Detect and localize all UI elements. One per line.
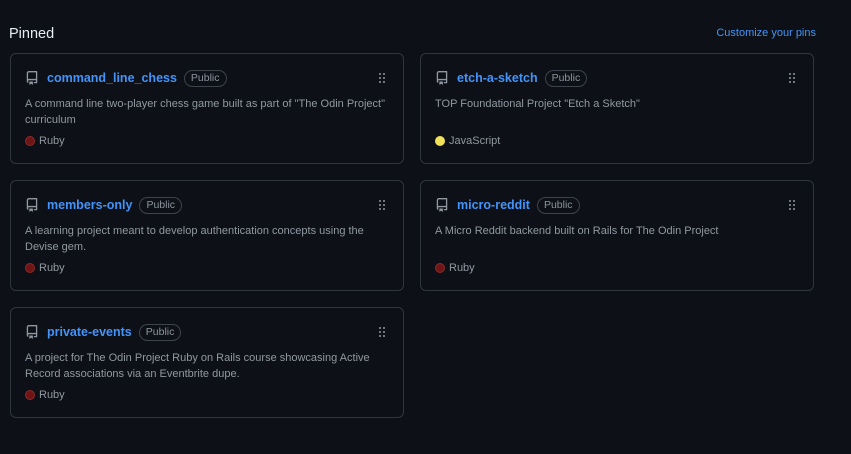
repo-name-link[interactable]: command_line_chess <box>47 71 177 85</box>
section-title: Pinned <box>9 26 55 42</box>
pinned-header: Pinned Customize your pins <box>9 24 816 46</box>
repo-language: Ruby <box>25 135 65 147</box>
repo-description: A learning project meant to develop auth… <box>25 225 364 253</box>
repo-name-link[interactable]: micro-reddit <box>457 198 530 212</box>
card-header: etch-a-sketch Public <box>435 69 588 87</box>
drag-handle-icon[interactable] <box>788 71 796 83</box>
language-label: Ruby <box>39 389 65 401</box>
visibility-badge: Public <box>139 196 183 214</box>
repo-language: JavaScript <box>435 135 500 147</box>
repo-language: Ruby <box>25 262 65 274</box>
language-color-dot <box>25 136 35 146</box>
card-header: command_line_chess Public <box>25 69 227 87</box>
language-label: Ruby <box>39 262 65 274</box>
repo-description: TOP Foundational Project "Etch a Sketch" <box>435 98 640 110</box>
visibility-badge: Public <box>183 69 227 87</box>
card-header: micro-reddit Public <box>435 196 580 214</box>
repo-name-link[interactable]: members-only <box>47 198 132 212</box>
repo-description: A project for The Odin Project Ruby on R… <box>25 352 370 380</box>
repo-icon <box>435 71 449 85</box>
repo-language: Ruby <box>25 389 65 401</box>
visibility-badge: Public <box>544 69 588 87</box>
language-label: Ruby <box>449 262 475 274</box>
repo-language: Ruby <box>435 262 475 274</box>
repo-description: A command line two-player chess game bui… <box>25 98 385 126</box>
language-color-dot <box>25 390 35 400</box>
language-color-dot <box>435 136 445 146</box>
drag-handle-icon[interactable] <box>378 198 386 210</box>
language-label: JavaScript <box>449 135 501 147</box>
pinned-repo-card: members-only Public A learning project m… <box>10 180 404 291</box>
repo-icon <box>25 325 39 339</box>
repo-icon <box>25 198 39 212</box>
visibility-badge: Public <box>138 323 182 341</box>
language-color-dot <box>25 263 35 273</box>
pinned-repo-card: etch-a-sketch Public TOP Foundational Pr… <box>420 53 814 164</box>
repo-name-link[interactable]: private-events <box>47 325 132 339</box>
pinned-repo-card: micro-reddit Public A Micro Reddit backe… <box>420 180 814 291</box>
visibility-badge: Public <box>536 196 580 214</box>
language-label: Ruby <box>39 135 65 147</box>
card-header: private-events Public <box>25 323 182 341</box>
pinned-section: Pinned Customize your pins command_line_… <box>0 0 851 454</box>
repo-name-link[interactable]: etch-a-sketch <box>457 71 538 85</box>
repo-icon <box>25 71 39 85</box>
pinned-repo-card: command_line_chess Public A command line… <box>10 53 404 164</box>
drag-handle-icon[interactable] <box>378 71 386 83</box>
repo-icon <box>435 198 449 212</box>
drag-handle-icon[interactable] <box>378 325 386 337</box>
customize-pins-link[interactable]: Customize your pins <box>716 27 816 39</box>
language-color-dot <box>435 263 445 273</box>
card-header: members-only Public <box>25 196 183 214</box>
drag-handle-icon[interactable] <box>788 198 796 210</box>
repo-description: A Micro Reddit backend built on Rails fo… <box>435 225 719 237</box>
pinned-repo-card: private-events Public A project for The … <box>10 307 404 418</box>
